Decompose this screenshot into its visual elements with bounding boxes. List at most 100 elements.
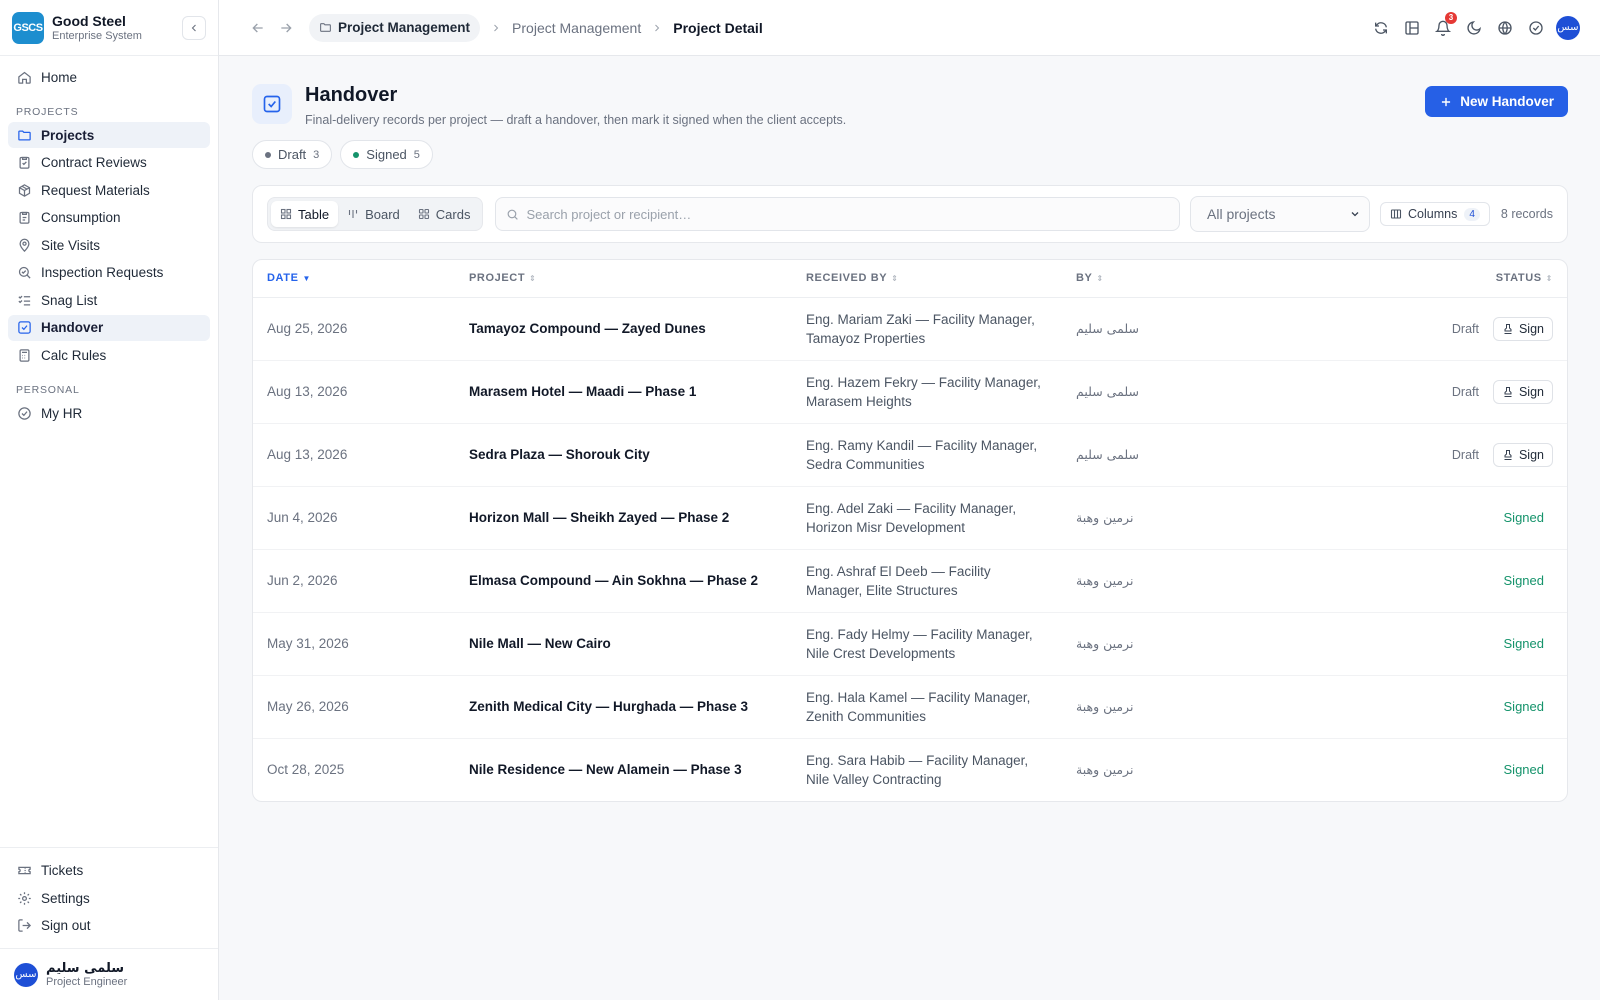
columns-button[interactable]: Columns 4 [1380, 202, 1490, 226]
cell-status: Signed [1270, 486, 1567, 550]
sidebar-item-tickets[interactable]: Tickets [8, 858, 210, 884]
sidebar-item-site-visits[interactable]: Site Visits [8, 232, 210, 258]
table-row[interactable]: Aug 25, 2026 Tamayoz Compound — Zayed Dun… [253, 297, 1567, 361]
filter-chip-draft[interactable]: Draft 3 [252, 140, 333, 169]
sign-button[interactable]: Sign [1492, 316, 1553, 341]
table-row[interactable]: May 31, 2026 Nile Mall — New Cairo Eng. Fa… [253, 612, 1567, 676]
sidebar-item-sign-out[interactable]: Sign out [8, 913, 210, 939]
globe-icon[interactable] [1494, 17, 1516, 39]
sidebar-item-snag-list[interactable]: Snag List [8, 287, 210, 313]
sidebar-item-consumption[interactable]: Consumption [8, 205, 210, 231]
column-header-by[interactable]: BY ⇕ [1062, 260, 1271, 298]
search-check-icon [16, 265, 32, 281]
cell-received-by: Eng. Adel Zaki — Facility Manager, Horiz… [792, 486, 1062, 550]
page-subtitle: Final-delivery records per project — dra… [305, 113, 847, 127]
refresh-icon[interactable] [1370, 17, 1392, 39]
sidebar-item-contract-reviews[interactable]: Contract Reviews [8, 150, 210, 176]
table-row[interactable]: Aug 13, 2026 Sedra Plaza — Shorouk City En… [253, 423, 1567, 487]
layout-icon[interactable] [1401, 17, 1423, 39]
table-row[interactable]: Oct 28, 2025 Nile Residence — New Alamein… [253, 738, 1567, 801]
cell-status: Draft Sign [1270, 360, 1567, 424]
new-handover-button[interactable]: New Handover [1425, 86, 1568, 117]
breadcrumb-module-label: Project Management [338, 20, 471, 35]
sidebar-item-inspection-requests[interactable]: Inspection Requests [8, 260, 210, 286]
sort-icon: ⇕ [1545, 273, 1553, 283]
sidebar-item-settings[interactable]: Settings [8, 885, 210, 911]
columns-icon [1390, 208, 1402, 220]
signature-icon [1502, 323, 1514, 335]
breadcrumb-parent[interactable]: Project Management [512, 20, 641, 36]
list-checks-icon [16, 292, 32, 308]
cell-by: سلمى سليم [1062, 360, 1271, 424]
sidebar-item-label: My HR [41, 405, 83, 421]
status-dot [353, 151, 360, 158]
bell-icon[interactable]: 3 [1432, 11, 1457, 39]
sidebar-item-label: Inspection Requests [41, 265, 164, 280]
column-header-received-by[interactable]: RECEIVED BY ⇕ [792, 260, 1062, 298]
main-area: Project Management Project Management Pr… [219, 0, 1600, 1000]
project-filter-select[interactable]: All projects [1190, 196, 1370, 232]
sort-icon: ⇕ [891, 273, 899, 283]
view-label: Cards [435, 206, 471, 222]
collapse-sidebar-button[interactable] [182, 16, 206, 40]
filter-chip-signed[interactable]: Signed 5 [340, 140, 433, 169]
clipboard-icon [16, 210, 32, 226]
columns-label: Columns [1408, 207, 1458, 221]
cell-by: نرمين وهبة [1062, 549, 1271, 613]
chevron-right-icon [651, 22, 663, 34]
table-row[interactable]: Aug 13, 2026 Marasem Hotel — Maadi — Phas… [253, 360, 1567, 424]
notification-badge: 3 [1445, 11, 1457, 24]
sidebar-item-projects[interactable]: Projects [8, 122, 210, 148]
cell-project: Sedra Plaza — Shorouk City [455, 423, 792, 487]
folder-icon [319, 21, 332, 34]
status-dot [265, 151, 271, 158]
avatar[interactable]: سس [1556, 15, 1580, 40]
handover-table: DATE ▼ PROJECT ⇕ RECEIVED BY ⇕ BY ⇕ STATUS ⇕ … [253, 260, 1567, 801]
table-row[interactable]: Jun 2, 2026 Elmasa Compound — Ain Sokhna … [253, 549, 1567, 613]
sidebar-item-label: Request Materials [41, 182, 150, 198]
view-board-button[interactable]: Board [338, 201, 409, 227]
brand-subtitle: Enterprise System [52, 30, 142, 42]
check-circle-icon[interactable] [1525, 17, 1547, 39]
column-header-status[interactable]: STATUS ⇕ [1270, 260, 1567, 298]
sidebar-item-home[interactable]: Home [8, 64, 210, 90]
topbar: Project Management Project Management Pr… [219, 0, 1600, 56]
brand-header: GSCS Good Steel Enterprise System [0, 0, 218, 56]
sidebar-item-my-hr[interactable]: My HR [8, 400, 210, 426]
user-role: Project Engineer [46, 976, 128, 988]
log-out-icon [16, 918, 32, 934]
cell-received-by: Eng. Mariam Zaki — Facility Manager, Tam… [792, 297, 1062, 361]
view-table-button[interactable]: Table [271, 201, 339, 227]
search-input[interactable] [526, 206, 1169, 222]
sidebar-item-calc-rules[interactable]: Calc Rules [8, 342, 210, 368]
cell-received-by: Eng. Hazem Fekry — Facility Manager, Mar… [792, 360, 1062, 424]
sidebar-item-label: Handover [41, 320, 104, 335]
plus-icon [1439, 95, 1453, 109]
sidebar-item-request-materials[interactable]: Request Materials [8, 177, 210, 203]
cell-received-by: Eng. Ashraf El Deeb — Facility Manager, … [792, 549, 1062, 613]
package-icon [16, 182, 32, 198]
cell-by: سلمى سليم [1062, 423, 1271, 487]
back-arrow-icon[interactable] [247, 17, 269, 39]
cell-status: Signed [1270, 675, 1567, 739]
moon-icon[interactable] [1463, 17, 1485, 39]
sign-button[interactable]: Sign [1492, 379, 1553, 404]
sort-icon: ⇕ [529, 273, 537, 283]
status-filter-chips: Draft 3 Signed 5 [252, 140, 1568, 169]
sidebar-item-handover[interactable]: Handover [8, 314, 210, 341]
sidebar-item-label: Projects [41, 127, 95, 143]
user-profile[interactable]: سس سلمى سليم Project Engineer [0, 948, 218, 1000]
view-cards-button[interactable]: Cards [409, 201, 480, 227]
chevron-right-icon [490, 22, 502, 34]
table-row[interactable]: May 26, 2026 Zenith Medical City — Hurgha… [253, 675, 1567, 739]
status-badge: Signed [1503, 699, 1544, 714]
breadcrumb-module[interactable]: Project Management [309, 13, 481, 42]
column-header-date[interactable]: DATE ▼ [253, 260, 455, 298]
sign-button[interactable]: Sign [1492, 442, 1553, 467]
cell-status: Signed [1271, 738, 1567, 801]
column-header-project[interactable]: PROJECT ⇕ [455, 260, 792, 298]
forward-arrow-icon[interactable] [275, 17, 297, 39]
cell-by: نرمين وهبة [1062, 612, 1271, 676]
sidebar-item-label: Snag List [41, 292, 98, 308]
table-row[interactable]: Jun 4, 2026 Horizon Mall — Sheikh Zayed —… [253, 486, 1567, 550]
